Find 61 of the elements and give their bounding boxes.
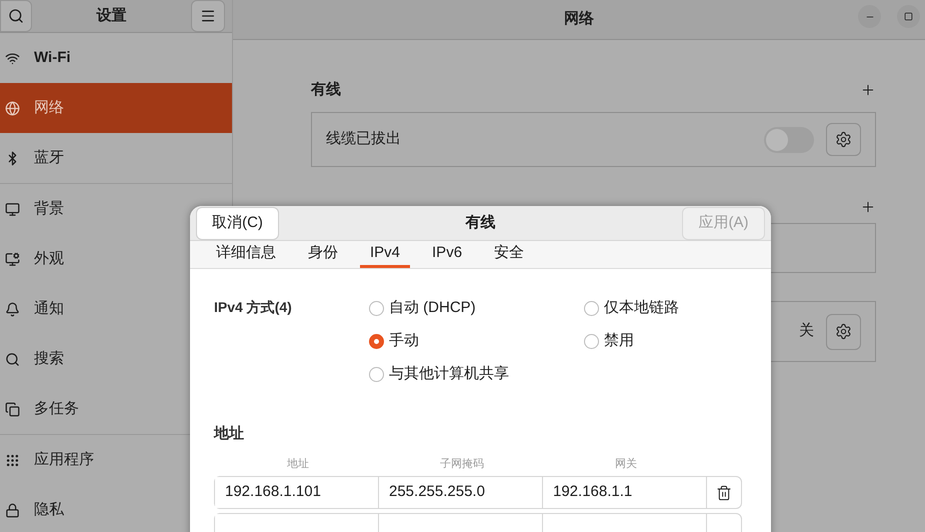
toggle-switch[interactable] (764, 126, 814, 152)
section-heading: 地址 (214, 424, 245, 444)
monitor-icon (5, 252, 20, 266)
search-icon (5, 352, 20, 366)
tab[interactable]: IPv4 (360, 241, 410, 268)
radio-option[interactable]: 与其他计算机共享 (369, 363, 584, 385)
tab[interactable]: IPv6 (422, 241, 472, 268)
input-field[interactable]: 192.168.1.101 (215, 477, 379, 508)
method-label: IPv4 方式(4) (214, 298, 293, 317)
column-header: 网关 (614, 456, 638, 472)
sidebar-item[interactable]: 搜索 (0, 334, 188, 384)
radio-option[interactable]: 禁用 (584, 330, 744, 352)
radio-option[interactable]: 自动 (DHCP) (369, 297, 584, 319)
windows-icon (5, 402, 20, 416)
sidebar-item[interactable]: 应用程序 (0, 435, 188, 485)
radio-button[interactable] (369, 300, 384, 316)
proxy-status: 关 (799, 321, 814, 342)
window-title: 网络 (564, 9, 594, 30)
search-icon (8, 8, 24, 24)
grid-icon (5, 452, 20, 468)
globe-icon (5, 100, 20, 116)
dialog-title: 有线 (466, 212, 496, 233)
radio-button[interactable] (584, 334, 599, 348)
sidebar-item[interactable]: 隐私 (0, 485, 188, 532)
section-heading: 有线 (311, 80, 341, 100)
sidebar-item[interactable]: 网络 (0, 83, 232, 133)
sidebar-title: 设置 (96, 6, 126, 26)
bell-icon (5, 302, 20, 316)
cancel-button[interactable]: 取消(C) (196, 206, 279, 240)
radio-button[interactable] (369, 366, 384, 382)
radio-button[interactable] (369, 334, 384, 348)
add-button[interactable] (860, 82, 876, 98)
radio-option[interactable]: 仅本地链路 (584, 297, 744, 319)
tab[interactable]: 身份 (298, 241, 348, 268)
maximize-button[interactable] (897, 5, 920, 28)
sidebar-item[interactable]: 外观 (0, 234, 188, 284)
tab[interactable]: 安全 (484, 241, 534, 268)
gear-icon (835, 323, 852, 340)
settings-button[interactable] (826, 123, 861, 156)
radio-option[interactable]: 手动 (369, 330, 584, 352)
trash-icon (716, 484, 732, 500)
lock-icon (5, 502, 20, 518)
maximize-icon (904, 12, 913, 21)
column-header: 地址 (286, 456, 310, 472)
search-button[interactable] (0, 0, 32, 32)
menu-icon (200, 8, 216, 24)
connection-status: 线缆已拔出 (326, 129, 401, 150)
menu-button[interactable] (191, 0, 225, 32)
sidebar-item[interactable]: 背景 (0, 184, 188, 234)
sidebar-item[interactable]: Wi-Fi (0, 33, 232, 83)
sidebar-item[interactable]: 通知 (0, 284, 188, 334)
sidebar-item[interactable]: 多任务 (0, 384, 188, 434)
tab[interactable]: 详细信息 (206, 241, 286, 268)
settings-button[interactable] (826, 314, 861, 350)
column-header: 子网掩码 (439, 456, 485, 472)
gear-icon (835, 131, 852, 148)
apply-button: 应用(A) (682, 206, 765, 240)
monitor-icon (5, 202, 20, 216)
radio-button[interactable] (584, 300, 599, 316)
sidebar-item[interactable]: 蓝牙 (0, 133, 232, 183)
wifi-icon (5, 50, 20, 66)
